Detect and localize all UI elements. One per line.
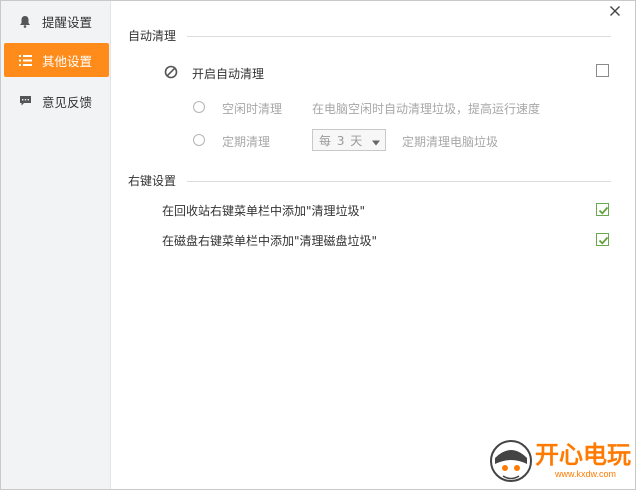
idle-clean-radio[interactable] — [193, 101, 205, 113]
sidebar-item-reminder-settings[interactable]: 提醒设置 — [4, 4, 109, 38]
scheduled-clean-description: 定期清理电脑垃圾 — [402, 135, 499, 149]
section-title-context-menu: 右键设置 — [128, 174, 177, 188]
watermark-brand: 开心电玩 — [535, 441, 631, 469]
sidebar-item-label: 提醒设置 — [42, 14, 93, 30]
clean-frequency-select[interactable]: 每 3 天 — [312, 129, 386, 151]
watermark-url: www.kxdw.com — [555, 469, 617, 479]
enable-auto-clean-label: 开启自动清理 — [192, 67, 265, 81]
disk-menu-checkbox[interactable] — [596, 233, 609, 246]
chevron-down-icon — [372, 136, 380, 150]
watermark-logo: 开心电玩 www.kxdw.com — [485, 433, 635, 489]
checkmark-icon — [598, 236, 609, 245]
scheduled-clean-radio[interactable] — [193, 134, 205, 146]
clean-frequency-value: 每 3 天 — [319, 133, 364, 148]
chat-bubble-icon — [18, 94, 32, 108]
sidebar: 提醒设置 其他设置 意见反馈 — [1, 1, 111, 489]
idle-clean-description: 在电脑空闲时自动清理垃圾，提高运行速度 — [312, 102, 541, 116]
recycle-bin-menu-checkbox[interactable] — [596, 203, 609, 216]
bell-icon — [18, 14, 32, 28]
list-icon — [18, 53, 32, 67]
sidebar-item-label: 意见反馈 — [42, 94, 93, 110]
sidebar-item-feedback[interactable]: 意见反馈 — [4, 84, 109, 118]
enable-auto-clean-checkbox[interactable] — [596, 64, 609, 77]
section-divider — [187, 181, 611, 182]
disk-menu-label: 在磁盘右键菜单栏中添加"清理磁盘垃圾" — [162, 234, 378, 248]
sidebar-item-other-settings[interactable]: 其他设置 — [4, 43, 109, 77]
section-title-auto-clean: 自动清理 — [128, 29, 177, 43]
game-mascot-icon — [490, 440, 532, 482]
close-icon — [610, 6, 620, 16]
recycle-bin-menu-label: 在回收站右键菜单栏中添加"清理垃圾" — [162, 204, 366, 218]
close-button[interactable] — [609, 5, 623, 19]
section-divider — [187, 36, 611, 37]
idle-clean-label: 空闲时清理 — [222, 102, 283, 116]
sidebar-item-label: 其他设置 — [42, 53, 93, 69]
checkmark-icon — [598, 206, 609, 215]
settings-window: 提醒设置 其他设置 意见反馈 自动清理 开启自动清理 空闲时清理 在电脑空闲时自… — [0, 0, 636, 490]
scheduled-clean-label: 定期清理 — [222, 135, 271, 149]
disabled-icon — [164, 65, 178, 82]
